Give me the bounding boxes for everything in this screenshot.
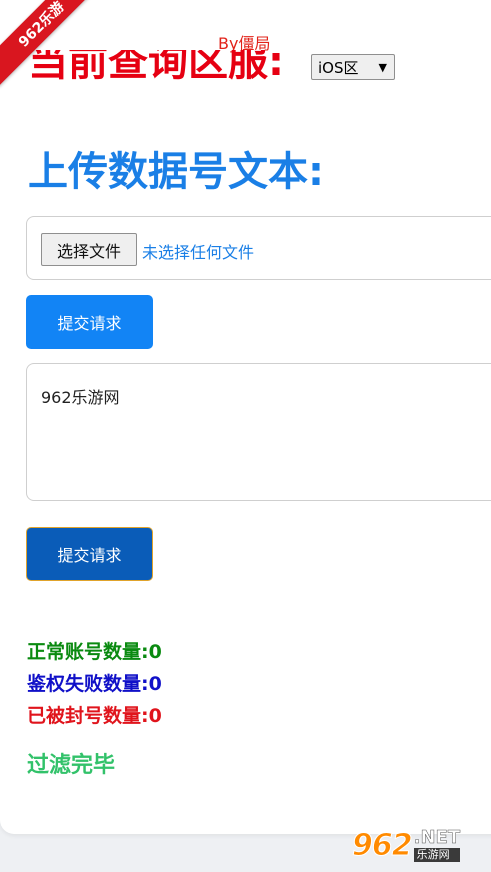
account-text-input[interactable]: 962乐游网: [26, 363, 491, 501]
submit-text-button[interactable]: 提交请求: [26, 527, 153, 581]
watermark-text-group: .NET 乐游网: [413, 827, 461, 862]
auth-fail-label: 鉴权失败数量:: [27, 673, 149, 695]
auth-fail-count: 0: [148, 673, 162, 695]
page: By僵局 当前查询区服: iOS区 ▼ 上传数据号文本: 选择文件 未选择任何文…: [0, 0, 491, 872]
watermark-net: .NET: [413, 827, 461, 848]
normal-account-stat: 正常账号数量:0: [27, 637, 162, 664]
main-card: By僵局 当前查询区服: iOS区 ▼ 上传数据号文本: 选择文件 未选择任何文…: [0, 0, 491, 834]
watermark-cn: 乐游网: [413, 848, 461, 862]
file-status-label: 未选择任何文件: [142, 243, 255, 262]
filter-status: 过滤完毕: [27, 753, 116, 778]
banned-stat: 已被封号数量:0: [27, 701, 162, 728]
banned-label: 已被封号数量:: [27, 705, 149, 727]
normal-account-count: 0: [148, 641, 162, 663]
file-upload-field: 选择文件 未选择任何文件: [26, 216, 491, 280]
banned-count: 0: [148, 705, 162, 727]
upload-title: 上传数据号文本:: [28, 149, 324, 195]
chevron-down-icon: ▼: [378, 60, 387, 74]
region-select[interactable]: iOS区 ▼: [311, 54, 395, 80]
watermark-digits: 962: [352, 827, 414, 863]
region-select-value: iOS区: [318, 58, 359, 77]
choose-file-button[interactable]: 选择文件: [41, 233, 137, 266]
auth-fail-stat: 鉴权失败数量:0: [27, 669, 162, 696]
site-watermark-logo: 962 .NET 乐游网: [352, 822, 486, 868]
submit-upload-button[interactable]: 提交请求: [26, 295, 153, 349]
normal-account-label: 正常账号数量:: [27, 641, 149, 663]
